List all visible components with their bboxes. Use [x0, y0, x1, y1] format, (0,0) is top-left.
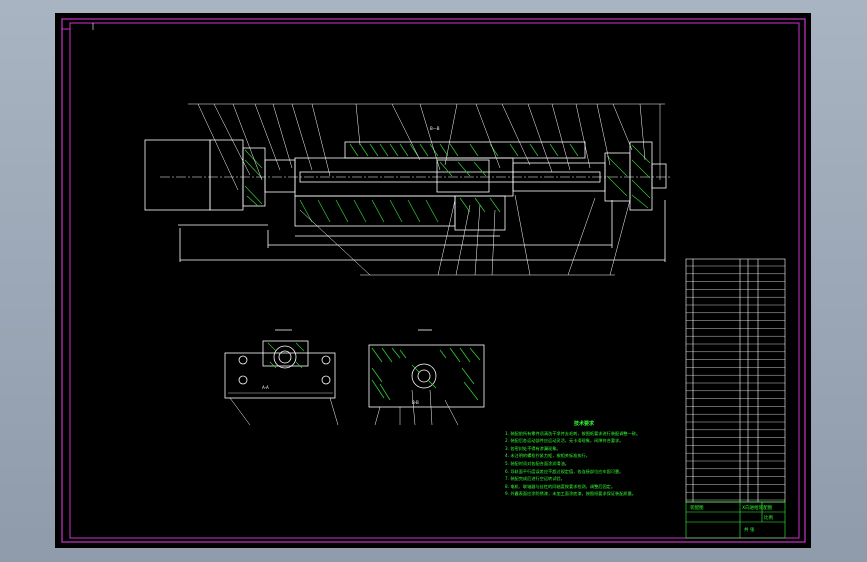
tech-note-line: 5. 装配时须对各配合面涂润滑油。	[505, 460, 569, 466]
technical-requirements: 技术要求 1. 装配前所有零件须清洗干净并去毛刺，按图纸要求进行装配调整一致。 …	[505, 421, 663, 498]
tech-note-line: 2. 装配后各运动部件应运动灵活，无卡滞现象，间隙符合要求。	[505, 438, 624, 444]
section-a-bolt-hole	[321, 355, 331, 365]
motor-body	[144, 139, 211, 211]
section-a-hatching	[267, 342, 305, 369]
scale-label: 比例	[764, 516, 773, 521]
parts-list-frame	[685, 258, 786, 503]
tech-note-line: 3. 各密封处不得有渗漏现象。	[505, 445, 561, 451]
leader	[444, 399, 459, 426]
cad-drawing	[61, 18, 806, 543]
sheet-label: 共 张	[744, 528, 755, 533]
section-a-bolt-hole	[238, 355, 248, 365]
main-hatching	[244, 143, 651, 223]
section-b-label: B-B	[412, 400, 419, 405]
leader	[329, 397, 339, 426]
part-balloons-bottom	[299, 194, 631, 276]
motor-flange-housing	[209, 139, 244, 211]
section-a-view	[224, 340, 339, 426]
outer-border	[61, 18, 806, 543]
section-a-bolt-hole	[238, 375, 248, 385]
section-b-hatching	[371, 347, 481, 401]
end-plate	[629, 141, 653, 211]
drawing-name: X向进给装配图	[742, 506, 773, 511]
tech-note-line: 4. 未注明的螺栓拧紧力矩，按相关标准执行。	[505, 453, 590, 459]
section-top-label: B—B	[430, 126, 440, 131]
leader	[429, 389, 433, 426]
lock-nut	[651, 163, 667, 189]
leader	[411, 389, 416, 426]
base-block	[294, 195, 456, 227]
parts-list-rows	[686, 265, 785, 501]
tech-note-line: 1. 装配前所有零件须清洗干净并去毛刺，按图纸要求进行装配调整一致。	[505, 430, 641, 436]
tech-note-line: 6. 导轨面平行度误差应不超过规定值，各连接部位应牢固可靠。	[505, 468, 624, 474]
leader	[229, 397, 251, 426]
top-cover	[344, 141, 586, 159]
tech-note-line: 7. 装配完成后进行空运转试验。	[505, 476, 565, 482]
section-a-label: A-A	[262, 385, 269, 390]
screw-tube-right	[512, 162, 606, 192]
technical-requirements-title: 技术要求	[573, 421, 594, 427]
section-a-bolt-hole	[321, 375, 331, 385]
leader	[374, 406, 381, 426]
bearing-seat-left	[264, 159, 296, 193]
tech-note-line: 9. 外露表面应涂防锈漆，未加工面涂底漆，按图纸要求保证装配质量。	[505, 491, 636, 497]
inner-border	[69, 22, 800, 539]
tech-note-line: 8. 电机、联轴器与丝杠的同轴度按要求检测，调整后固定。	[505, 483, 616, 489]
section-a-bearing	[273, 345, 297, 369]
title-block-label: 装配图	[690, 506, 704, 511]
